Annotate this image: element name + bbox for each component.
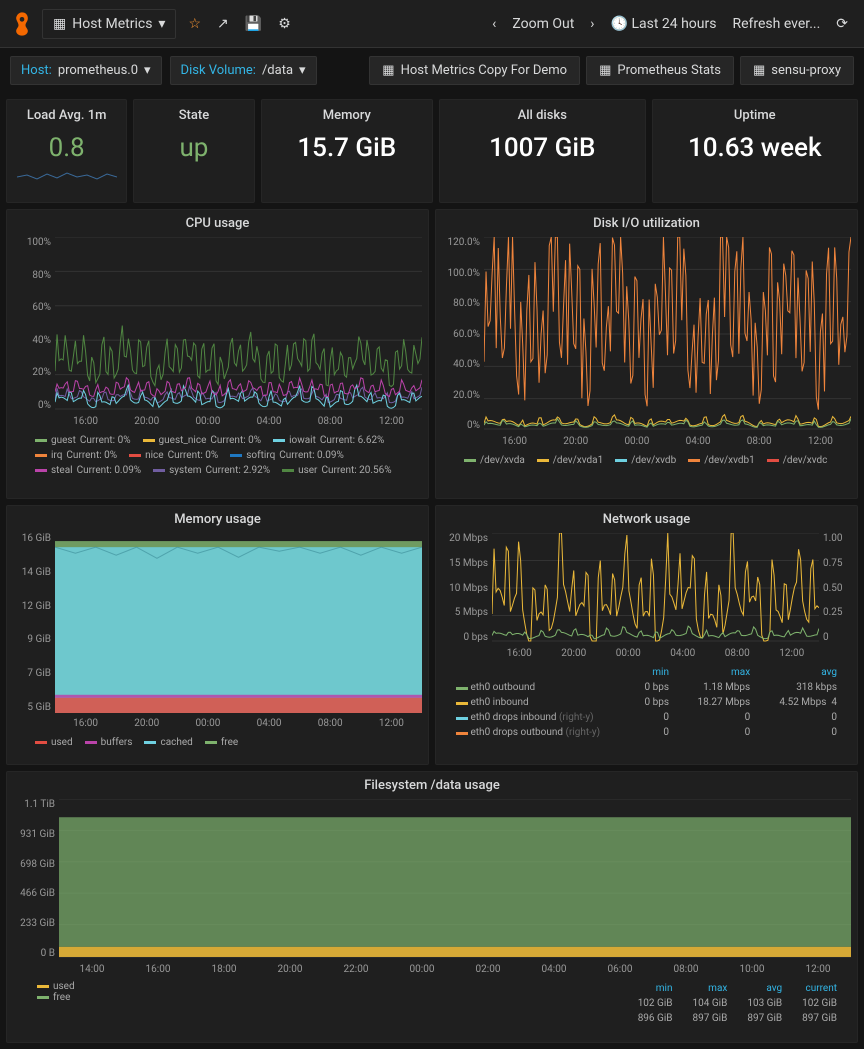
var-host[interactable]: Host: prometheus.0 ▾: [10, 56, 162, 85]
star-icon: ☆: [188, 16, 201, 32]
grid-icon: ▦: [382, 63, 394, 78]
time-back-button[interactable]: ‹: [484, 10, 504, 38]
legend-row[interactable]: eth0 drops outbound (right-y)000: [446, 725, 847, 740]
legend-item[interactable]: user Current: 20.56%: [282, 465, 392, 476]
stat-value: 10.63 week: [653, 133, 858, 163]
time-range-button[interactable]: 🕓 Last 24 hours: [603, 10, 725, 38]
panel-title: CPU usage: [7, 210, 428, 237]
legend-item[interactable]: /dev/xvdb: [615, 455, 676, 466]
legend-item[interactable]: system Current: 2.92%: [153, 465, 270, 476]
star-button[interactable]: ☆: [180, 10, 209, 38]
stat-panel[interactable]: Load Avg. 1m 0.8: [6, 99, 127, 203]
save-button[interactable]: 💾: [237, 10, 270, 38]
share-button[interactable]: ↗: [209, 10, 237, 38]
share-icon: ↗: [217, 16, 229, 32]
memory-chart: [55, 533, 422, 713]
filesystem-panel[interactable]: Filesystem /data usage 1.1 TiB931 GiB698…: [6, 771, 858, 1043]
cpu-chart: [55, 237, 422, 411]
panel-title: Network usage: [436, 506, 857, 533]
legend-item[interactable]: /dev/xvda: [464, 455, 525, 466]
legend-item[interactable]: used: [35, 737, 73, 748]
zoom-out-button[interactable]: Zoom Out: [504, 10, 582, 38]
refresh-icon: ⟳: [836, 16, 848, 32]
legend-item[interactable]: softirq Current: 0.09%: [230, 450, 344, 461]
legend-row[interactable]: eth0 inbound 0 bps18.27 Mbps4.52 Mbps 4: [446, 695, 847, 710]
network-chart: [492, 533, 819, 643]
legend-item[interactable]: guest_nice Current: 0%: [143, 435, 262, 446]
stat-title: Load Avg. 1m: [7, 108, 126, 123]
subheader: Host: prometheus.0 ▾ Disk Volume: /data …: [0, 48, 864, 93]
save-icon: 💾: [245, 16, 262, 32]
cpu-usage-panel[interactable]: CPU usage 100%80%60%40%20%0% 16:0020:000…: [6, 209, 429, 499]
chevron-left-icon: ‹: [492, 16, 496, 32]
filesystem-chart: [59, 799, 851, 959]
stat-value: 0.8: [7, 133, 126, 163]
clock-icon: 🕓: [611, 16, 628, 32]
legend-item[interactable]: free: [37, 992, 217, 1003]
panel-title: Filesystem /data usage: [7, 772, 857, 799]
network-legend-table: minmaxavg eth0 outbound 0 bps1.18 Mbps31…: [436, 661, 857, 744]
legend-item[interactable]: nice Current: 0%: [129, 450, 218, 461]
legend-item[interactable]: /dev/xvdb1: [688, 455, 755, 466]
sparkline: [17, 167, 117, 183]
nav-link[interactable]: ▦Prometheus Stats: [586, 56, 734, 85]
legend-item[interactable]: cached: [144, 737, 192, 748]
grafana-logo-icon: [8, 10, 36, 38]
stat-title: State: [134, 108, 253, 123]
legend-row[interactable]: eth0 drops inbound (right-y)000: [446, 710, 847, 725]
var-disk-volume[interactable]: Disk Volume: /data ▾: [170, 56, 317, 85]
legend-item[interactable]: /dev/xvda1: [537, 455, 603, 466]
chevron-down-icon: ▾: [299, 63, 306, 78]
stat-title: Uptime: [653, 108, 858, 123]
legend-item[interactable]: iowait Current: 6.62%: [273, 435, 384, 446]
chevron-right-icon: ›: [590, 16, 594, 32]
stat-value: up: [134, 133, 253, 163]
stat-title: All disks: [440, 108, 645, 123]
nav-link[interactable]: ▦Host Metrics Copy For Demo: [369, 56, 580, 85]
grid-icon: ▦: [53, 16, 66, 32]
legend-item[interactable]: guest Current: 0%: [35, 435, 131, 446]
chevron-down-icon: ▾: [158, 16, 165, 32]
legend-row[interactable]: eth0 outbound 0 bps1.18 Mbps318 kbps: [446, 680, 847, 695]
stat-value: 1007 GiB: [440, 133, 645, 163]
memory-usage-panel[interactable]: Memory usage 16 GiB14 GiB12 GiB9 GiB7 Gi…: [6, 505, 429, 765]
gear-icon: ⚙: [278, 16, 291, 32]
disk-io-chart: [484, 237, 851, 431]
chevron-down-icon: ▾: [144, 63, 151, 78]
stat-title: Memory: [262, 108, 432, 123]
grid-icon: ▦: [599, 63, 611, 78]
legend-item[interactable]: irq Current: 0%: [35, 450, 117, 461]
stat-panel[interactable]: State up: [133, 99, 254, 203]
stat-panel[interactable]: Memory 15.7 GiB: [261, 99, 433, 203]
legend-item[interactable]: /dev/xvdc: [767, 455, 828, 466]
topbar: ▦ Host Metrics ▾ ☆ ↗ 💾 ⚙ ‹ Zoom Out › 🕓 …: [0, 0, 864, 48]
legend-item[interactable]: free: [205, 737, 238, 748]
stat-panel[interactable]: All disks 1007 GiB: [439, 99, 646, 203]
legend-item[interactable]: used: [37, 981, 217, 992]
grid-icon: ▦: [753, 63, 765, 78]
legend-item[interactable]: buffers: [85, 737, 133, 748]
network-usage-panel[interactable]: Network usage 20 Mbps15 Mbps10 Mbps5 Mbp…: [435, 505, 858, 765]
legend-item[interactable]: steal Current: 0.09%: [35, 465, 141, 476]
panel-title: Disk I/O utilization: [436, 210, 857, 237]
dashboard-picker-button[interactable]: ▦ Host Metrics ▾: [42, 9, 176, 39]
disk-io-panel[interactable]: Disk I/O utilization 120.0%100.0%80.0%60…: [435, 209, 858, 499]
refresh-button[interactable]: ⟳: [828, 10, 856, 38]
legend-row[interactable]: 102 GiB104 GiB103 GiB102 GiB: [628, 996, 847, 1011]
nav-link[interactable]: ▦sensu-proxy: [740, 56, 854, 85]
stat-value: 15.7 GiB: [262, 133, 432, 163]
refresh-interval-button[interactable]: Refresh ever...: [724, 10, 828, 38]
panel-title: Memory usage: [7, 506, 428, 533]
filesystem-legend-table: used free minmaxavgcurrent 102 GiB104 Gi…: [7, 977, 857, 1030]
settings-button[interactable]: ⚙: [270, 10, 299, 38]
legend-row[interactable]: 896 GiB897 GiB897 GiB897 GiB: [628, 1011, 847, 1026]
time-forward-button[interactable]: ›: [582, 10, 602, 38]
stat-panel[interactable]: Uptime 10.63 week: [652, 99, 859, 203]
